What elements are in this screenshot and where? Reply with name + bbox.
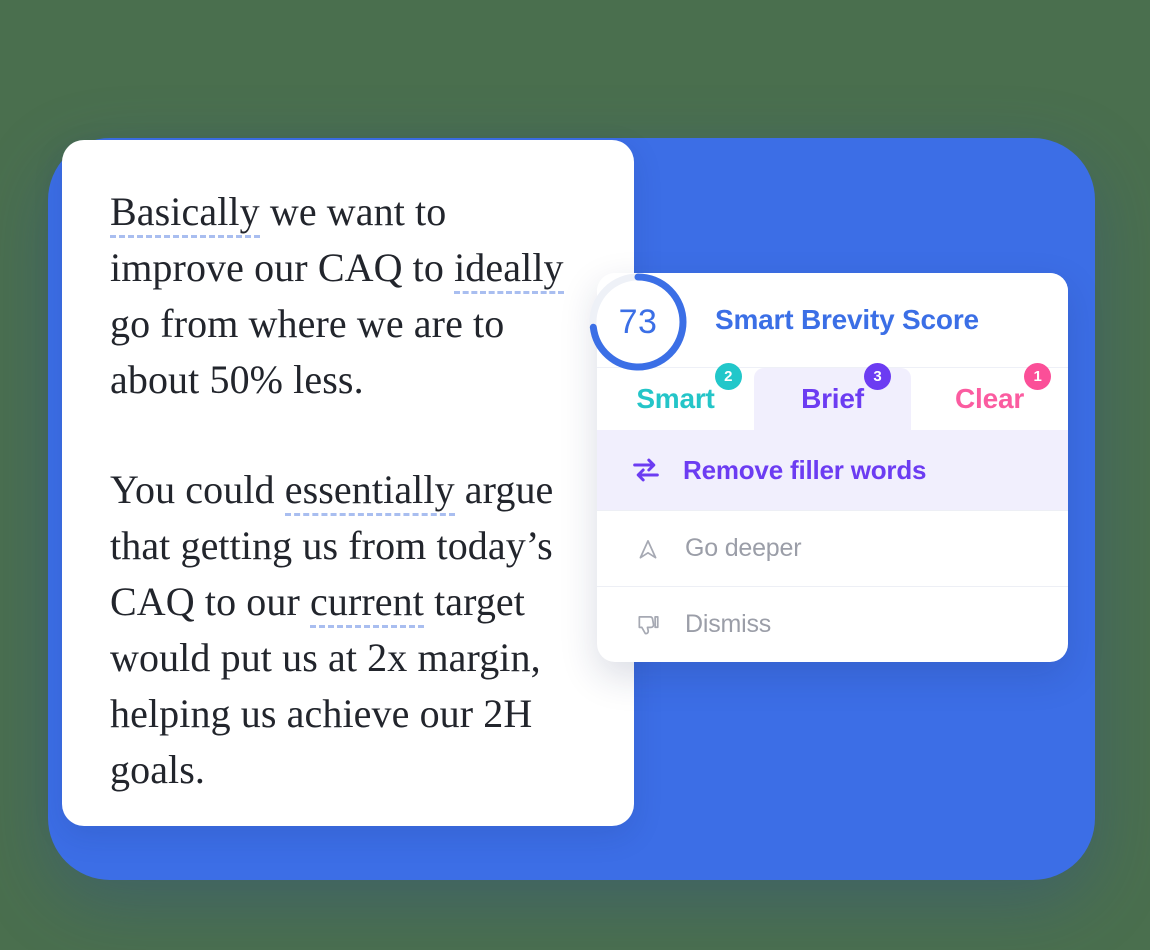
- suggestion-highlight[interactable]: essentially: [284, 467, 455, 516]
- document-text[interactable]: Basically we want to improve our CAQ to …: [62, 140, 634, 798]
- tab-clear-badge: 1: [1024, 363, 1052, 390]
- swap-arrows-icon: [623, 453, 669, 487]
- score-value: 73: [618, 302, 658, 341]
- tab-clear-label: Clear 1: [955, 363, 1052, 415]
- document-paragraph: Basically we want to improve our CAQ to …: [110, 184, 590, 408]
- suggestion-highlight[interactable]: current: [310, 579, 424, 628]
- tab-smart-badge: 2: [714, 363, 742, 390]
- tab-brief-badge: 3: [863, 363, 891, 390]
- screenshot-stage: Basically we want to improve our CAQ to …: [0, 0, 1150, 950]
- action-dismiss[interactable]: Dismiss: [597, 586, 1068, 662]
- score-title: Smart Brevity Score: [715, 304, 979, 335]
- tab-smart[interactable]: Smart 2: [597, 363, 754, 430]
- action-go-deeper-label: Go deeper: [685, 534, 802, 562]
- action-remove-filler-words-label: Remove filler words: [683, 454, 927, 485]
- suggestion-highlight[interactable]: ideally: [454, 245, 564, 294]
- action-dismiss-label: Dismiss: [685, 610, 772, 638]
- tab-brief-label: Brief 3: [801, 363, 891, 415]
- document-card: Basically we want to improve our CAQ to …: [62, 140, 634, 826]
- document-run: You could: [110, 467, 285, 512]
- document-run: go from where we are to about 50% less.: [110, 301, 505, 402]
- thumbs-down-icon: [631, 612, 665, 638]
- document-paragraph: You could essentially argue that getting…: [110, 462, 590, 798]
- tab-smart-label: Smart 2: [636, 363, 742, 415]
- smart-brevity-score-ring: 73: [586, 270, 690, 374]
- tab-brief[interactable]: Brief 3: [754, 363, 911, 430]
- tab-bar: Smart 2 Brief 3 Clear 1: [597, 363, 1068, 430]
- chevron-up-outline-icon: [631, 536, 665, 562]
- action-remove-filler-words[interactable]: Remove filler words: [597, 430, 1068, 510]
- suggestion-highlight[interactable]: Basically: [110, 189, 260, 238]
- tab-clear[interactable]: Clear 1: [911, 363, 1068, 430]
- action-go-deeper[interactable]: Go deeper: [597, 510, 1068, 586]
